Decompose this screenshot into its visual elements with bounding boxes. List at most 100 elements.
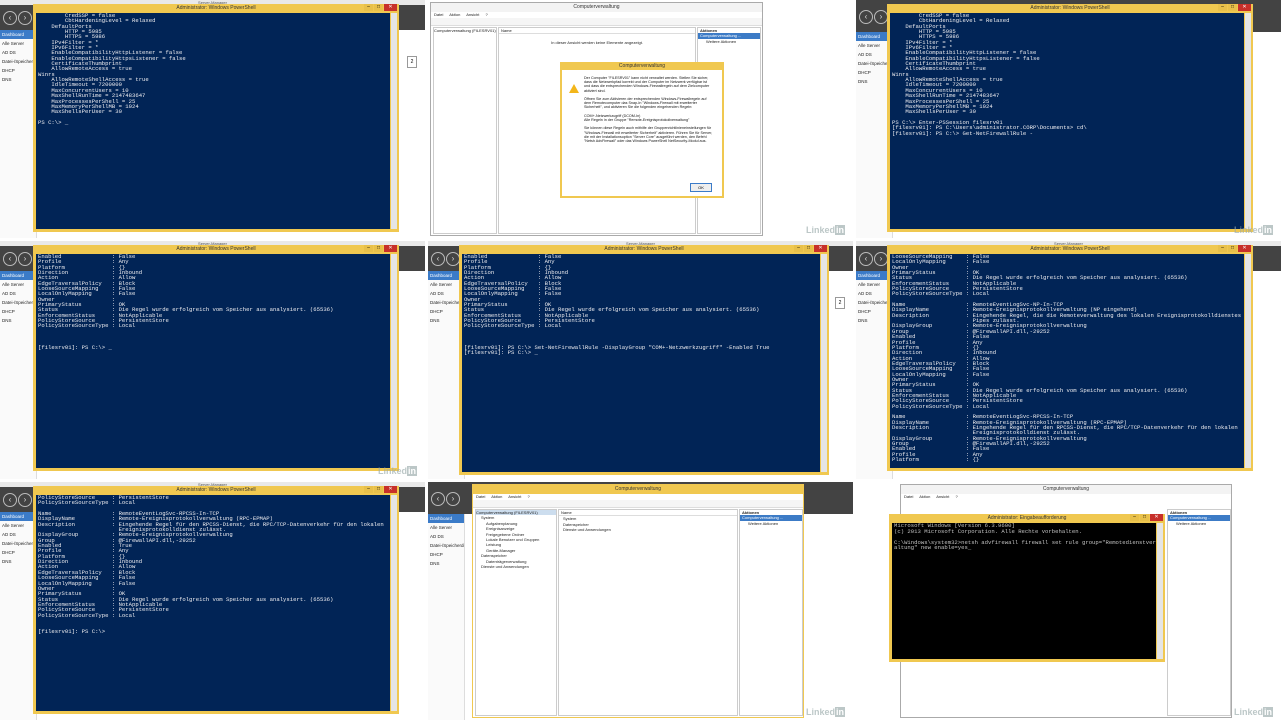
sidebar-item-file-storage[interactable]: Datei-/Speicherdienste <box>0 298 36 307</box>
menu-help[interactable]: ? <box>956 494 958 499</box>
powershell-console[interactable]: CredSSP = false CbtHardeningLevel = Rela… <box>36 13 390 229</box>
maximize-icon[interactable]: □ <box>1140 514 1149 521</box>
minimize-icon[interactable]: – <box>794 245 803 252</box>
sidebar-item-dns[interactable]: DNS <box>0 316 36 325</box>
forward-icon[interactable]: › <box>18 11 32 25</box>
close-icon[interactable]: ✕ <box>1238 245 1251 252</box>
minimize-icon[interactable]: – <box>1130 514 1139 521</box>
powershell-window[interactable]: Administrator: Windows PowerShell – □ ✕ Cr… <box>887 4 1253 232</box>
back-icon[interactable]: ‹ <box>859 252 873 266</box>
back-icon[interactable]: ‹ <box>431 492 445 506</box>
sidebar-item-dns[interactable]: DNS <box>0 557 36 566</box>
list-item[interactable]: Dienste und Anwendungen <box>559 527 737 532</box>
menu-datei[interactable]: Datei <box>476 494 485 499</box>
actions-more[interactable]: Weitere Aktionen <box>1168 521 1230 526</box>
close-icon[interactable]: ✕ <box>814 245 827 252</box>
ok-button[interactable]: OK <box>690 183 712 192</box>
minimize-icon[interactable]: – <box>1218 4 1227 11</box>
actions-more[interactable]: Weitere Aktionen <box>740 521 802 526</box>
back-icon[interactable]: ‹ <box>3 252 17 266</box>
menu-help[interactable]: ? <box>486 12 488 17</box>
minimize-icon[interactable]: – <box>364 4 373 11</box>
menu-datei[interactable]: Datei <box>904 494 913 499</box>
maximize-icon[interactable]: □ <box>804 245 813 252</box>
sidebar-item-all-servers[interactable]: Alle Server <box>0 39 36 48</box>
powershell-console[interactable]: PolicyStoreSource : PersistentStore Poli… <box>36 495 390 711</box>
actions-more[interactable]: Weitere Aktionen <box>698 39 760 44</box>
powershell-window[interactable]: Administrator: Windows PowerShell – □ ✕ Po… <box>33 486 399 714</box>
minimize-icon[interactable]: – <box>364 486 373 493</box>
back-icon[interactable]: ‹ <box>431 252 445 266</box>
maximize-icon[interactable]: □ <box>374 4 383 11</box>
powershell-window[interactable]: Administrator: Windows PowerShell – □ ✕ Cr… <box>33 4 399 232</box>
minimize-icon[interactable]: – <box>364 245 373 252</box>
sidebar-item-dns[interactable]: DNS <box>0 75 36 84</box>
forward-icon[interactable]: › <box>874 252 888 266</box>
forward-icon[interactable]: › <box>446 492 460 506</box>
menu-help[interactable]: ? <box>528 494 530 499</box>
sidebar-item-file-storage[interactable]: Datei-/Speicherdienste <box>428 541 464 550</box>
sidebar-item-all-servers[interactable]: Alle Server <box>428 523 464 532</box>
cmd-window[interactable]: Administrator: Eingabeaufforderung – □ ✕ M… <box>889 514 1165 662</box>
powershell-window[interactable]: Administrator: Windows PowerShell – □ ✕ En… <box>459 245 829 475</box>
sidebar-item-dashboard[interactable]: Dashboard <box>428 514 464 523</box>
menu-aktion[interactable]: Aktion <box>919 494 930 499</box>
maximize-icon[interactable]: □ <box>374 486 383 493</box>
menu-ansicht[interactable]: Ansicht <box>508 494 521 499</box>
powershell-console[interactable]: Enabled : False Profile : Any Platform :… <box>462 254 820 472</box>
scrollbar[interactable] <box>391 13 397 229</box>
powershell-window[interactable]: Administrator: Windows PowerShell – □ ✕ Lo… <box>887 245 1253 471</box>
powershell-console[interactable]: LooseSourceMapping : False LocalOnlyMapp… <box>890 254 1244 468</box>
minimize-icon[interactable]: – <box>1218 245 1227 252</box>
scrollbar[interactable] <box>391 495 397 711</box>
computer-management-window[interactable]: Computerverwaltung Datei Aktion Ansicht … <box>472 484 804 718</box>
powershell-console[interactable]: CredSSP = false CbtHardeningLevel = Rela… <box>890 13 1244 229</box>
sidebar-item-dashboard[interactable]: Dashboard <box>0 512 36 521</box>
menu-ansicht[interactable]: Ansicht <box>466 12 479 17</box>
sidebar-item-all-servers[interactable]: Alle Server <box>0 521 36 530</box>
back-icon[interactable]: ‹ <box>3 11 17 25</box>
column-name[interactable]: Name <box>499 28 695 35</box>
sidebar-item-dhcp[interactable]: DHCP <box>0 307 36 316</box>
tree-item-services[interactable]: Dienste und Anwendungen <box>476 564 556 569</box>
sidebar-item-dhcp[interactable]: DHCP <box>428 550 464 559</box>
back-icon[interactable]: ‹ <box>859 10 873 24</box>
scrollbar[interactable] <box>1245 254 1251 468</box>
forward-icon[interactable]: › <box>874 10 888 24</box>
menu-ansicht[interactable]: Ansicht <box>936 494 949 499</box>
forward-icon[interactable]: › <box>18 493 32 507</box>
cmd-console[interactable]: Microsoft Windows [Version 6.3.9600] (c)… <box>892 523 1156 659</box>
forward-icon[interactable]: › <box>446 252 460 266</box>
menu-aktion[interactable]: Aktion <box>491 494 502 499</box>
powershell-window[interactable]: Administrator: Windows PowerShell – □ ✕ En… <box>33 245 399 471</box>
sidebar-item-ad-ds[interactable]: AD DS <box>0 530 36 539</box>
close-icon[interactable]: ✕ <box>1238 4 1251 11</box>
sidebar-item-dns[interactable]: DNS <box>428 559 464 568</box>
sidebar-item-ad-ds[interactable]: AD DS <box>0 289 36 298</box>
tree-root[interactable]: Computerverwaltung (FILESRV01) <box>434 28 496 33</box>
powershell-console[interactable]: Enabled : False Profile : Any Platform :… <box>36 254 390 468</box>
sidebar-item-dashboard[interactable]: Dashboard <box>0 271 36 280</box>
maximize-icon[interactable]: □ <box>1228 245 1237 252</box>
close-icon[interactable]: ✕ <box>1150 514 1163 521</box>
sidebar-item-dhcp[interactable]: DHCP <box>0 548 36 557</box>
forward-icon[interactable]: › <box>18 252 32 266</box>
sidebar-item-dhcp[interactable]: DHCP <box>0 66 36 75</box>
sidebar-item-all-servers[interactable]: Alle Server <box>0 280 36 289</box>
scrollbar[interactable] <box>821 254 827 472</box>
sidebar-item-ad-ds[interactable]: AD DS <box>0 48 36 57</box>
menu-aktion[interactable]: Aktion <box>449 12 460 17</box>
error-dialog[interactable]: Computerverwaltung Der Computer "FILESRV… <box>560 62 724 198</box>
back-icon[interactable]: ‹ <box>3 493 17 507</box>
sidebar-item-ad-ds[interactable]: AD DS <box>428 532 464 541</box>
scrollbar[interactable] <box>391 254 397 468</box>
scrollbar[interactable] <box>1245 13 1251 229</box>
scrollbar[interactable] <box>1157 523 1163 659</box>
close-icon[interactable]: ✕ <box>384 486 397 493</box>
maximize-icon[interactable]: □ <box>374 245 383 252</box>
sidebar-item-dashboard[interactable]: Dashboard <box>0 30 36 39</box>
sidebar-item-file-storage[interactable]: Datei-/Speicherdienste <box>0 57 36 66</box>
close-icon[interactable]: ✕ <box>384 4 397 11</box>
close-icon[interactable]: ✕ <box>384 245 397 252</box>
sidebar-item-file-storage[interactable]: Datei-/Speicherdienste <box>0 539 36 548</box>
